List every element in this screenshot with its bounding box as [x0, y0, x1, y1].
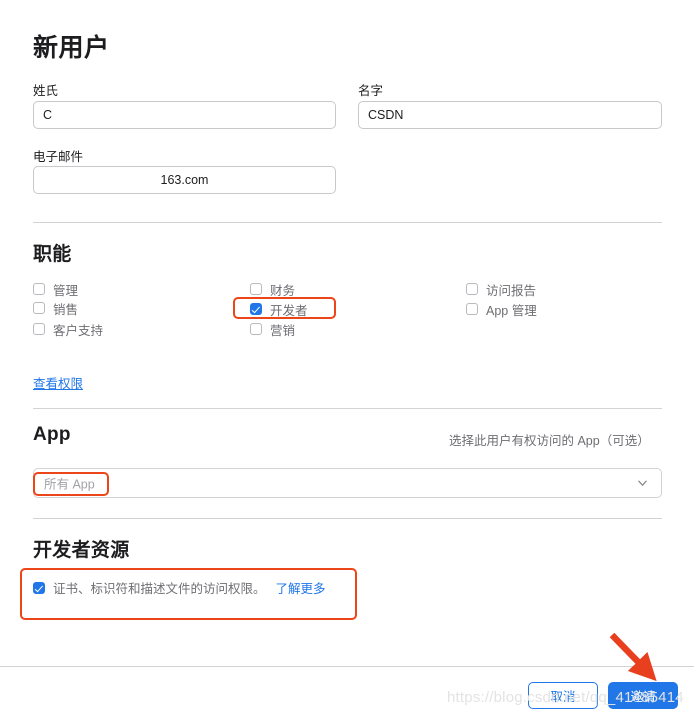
- dev-resources-section-title: 开发者资源: [33, 540, 130, 561]
- email-input[interactable]: [33, 166, 336, 194]
- annotation-arrow-invite: [609, 632, 657, 682]
- checkbox-row-marketing[interactable]: 营销: [250, 321, 296, 338]
- divider-app: [33, 408, 662, 409]
- checkbox-label-finance: 财务: [270, 283, 296, 298]
- divider-dev-resources: [33, 518, 662, 519]
- first-name-input[interactable]: [358, 101, 662, 129]
- view-permissions-link[interactable]: 查看权限: [33, 373, 83, 392]
- checkbox-label-access-reports: 访问报告: [486, 283, 537, 298]
- app-select-placeholder: 所有 App: [44, 477, 95, 492]
- app-select[interactable]: 所有 App: [33, 468, 662, 498]
- checkbox-app-manager[interactable]: [466, 303, 478, 315]
- checkbox-label-dev-resources: 证书、标识符和描述文件的访问权限。: [53, 582, 266, 596]
- email-label: 电子邮件: [33, 150, 84, 164]
- dev-resources-row[interactable]: 证书、标识符和描述文件的访问权限。 了解更多: [33, 578, 326, 597]
- checkbox-row-customer-support[interactable]: 客户支持: [33, 321, 104, 338]
- divider-footer: [0, 666, 694, 667]
- checkbox-manage[interactable]: [33, 283, 45, 295]
- last-name-input[interactable]: [33, 101, 336, 129]
- checkbox-label-app-manager: App 管理: [486, 303, 537, 318]
- checkbox-label-sales: 销售: [53, 302, 79, 317]
- checkbox-customer-support[interactable]: [33, 323, 45, 335]
- checkbox-row-developer[interactable]: 开发者: [250, 301, 308, 318]
- app-section-title: App: [33, 424, 71, 445]
- roles-section-title: 职能: [33, 244, 72, 265]
- new-user-form-page: 新用户 姓氏 名字 电子邮件 职能 管理 销售 客户支持 财务 开发者 营销 访…: [0, 0, 694, 721]
- checkbox-label-marketing: 营销: [270, 323, 296, 338]
- checkbox-row-access-reports[interactable]: 访问报告: [466, 281, 537, 298]
- checkbox-sales[interactable]: [33, 302, 45, 314]
- divider-roles: [33, 222, 662, 223]
- learn-more-link[interactable]: 了解更多: [276, 578, 326, 597]
- checkbox-label-manage: 管理: [53, 283, 79, 298]
- checkbox-row-sales[interactable]: 销售: [33, 300, 79, 317]
- checkbox-label-developer: 开发者: [270, 303, 308, 318]
- checkbox-marketing[interactable]: [250, 323, 262, 335]
- checkbox-row-app-manager[interactable]: App 管理: [466, 301, 537, 318]
- checkbox-label-customer-support: 客户支持: [53, 323, 104, 338]
- page-title: 新用户: [33, 34, 110, 62]
- last-name-label: 姓氏: [33, 84, 59, 98]
- checkbox-finance[interactable]: [250, 283, 262, 295]
- checkbox-row-manage[interactable]: 管理: [33, 281, 79, 298]
- checkbox-developer[interactable]: [250, 303, 262, 315]
- checkbox-dev-resources[interactable]: [33, 581, 45, 594]
- watermark: https://blog.csdn.net/qq_41485414: [447, 689, 684, 706]
- first-name-label: 名字: [358, 84, 384, 98]
- checkbox-row-finance[interactable]: 财务: [250, 281, 296, 298]
- app-section-helper-text: 选择此用户有权访问的 App（可选）: [449, 434, 650, 448]
- chevron-down-icon: [638, 480, 647, 486]
- checkbox-access-reports[interactable]: [466, 283, 478, 295]
